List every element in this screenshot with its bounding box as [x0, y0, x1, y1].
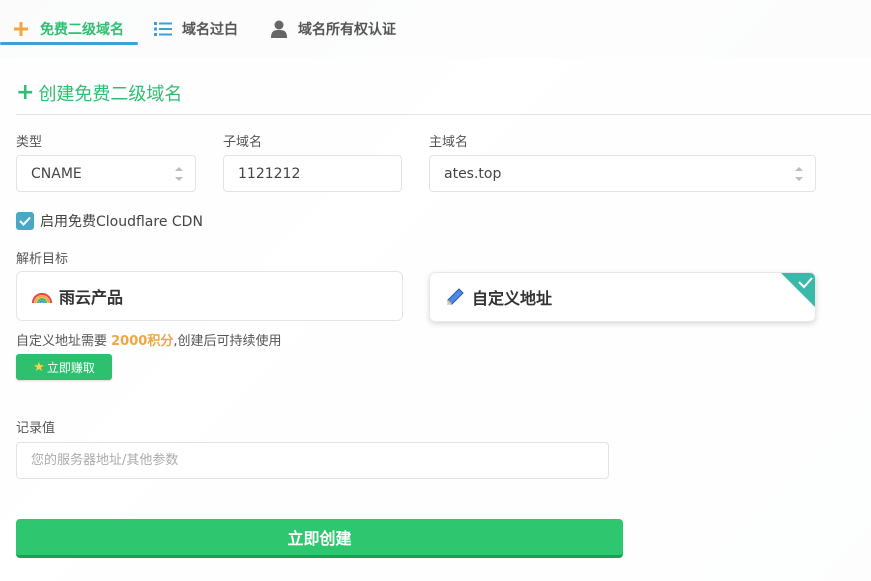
record-label: 记录值 [16, 421, 56, 436]
tab-free-subdomain[interactable]: 免费二级域名 [12, 14, 124, 44]
earn-button-label: 立即赚取 [46, 360, 95, 375]
type-label: 类型 [16, 135, 43, 150]
create-button-label: 立即创建 [287, 529, 352, 548]
earn-points-button[interactable]: ★ 立即赚取 [16, 354, 112, 380]
option-label: 自定义地址 [472, 289, 553, 308]
card-title-text: 创建免费二级域名 [38, 84, 183, 105]
list-icon [154, 20, 172, 38]
active-tab-indicator [0, 42, 138, 45]
create-button[interactable]: 立即创建 [16, 519, 623, 558]
type-select[interactable]: CNAME [16, 155, 196, 192]
cdn-checkbox[interactable] [16, 212, 34, 230]
subdomain-input-value: 1121212 [238, 165, 301, 182]
type-select-value: CNAME [31, 165, 82, 182]
tab-label: 域名过白 [182, 22, 238, 38]
plus-icon: + [16, 80, 35, 105]
domain-select-value: ates.top [444, 165, 502, 182]
tab-label: 域名所有权认证 [298, 22, 396, 38]
cdn-checkbox-label: 启用免费Cloudflare CDN [40, 214, 203, 230]
select-arrows-icon [794, 167, 803, 181]
star-icon: ★ [33, 359, 45, 375]
domain-select[interactable]: ates.top [429, 155, 816, 192]
tab-domain-ownership[interactable]: 域名所有权认证 [270, 14, 396, 44]
note-suffix: ,创建后可持续使用 [173, 334, 282, 349]
card-title: + 创建免费二级域名 [16, 80, 182, 106]
target-label: 解析目标 [16, 252, 69, 267]
select-arrows-icon [174, 167, 183, 181]
record-value-input[interactable] [16, 442, 609, 479]
option-rainyun-product[interactable]: 雨云产品 [16, 271, 403, 321]
check-icon [19, 216, 31, 226]
pen-icon [444, 286, 466, 308]
points-amount: 2000积分 [111, 334, 174, 349]
tab-bar: 免费二级域名 域名过白 域名所有权认证 [0, 0, 871, 58]
user-icon [270, 20, 288, 38]
tab-domain-whitelist[interactable]: 域名过白 [154, 14, 238, 44]
cdn-checkbox-row[interactable]: 启用免费Cloudflare CDN [16, 211, 203, 231]
option-label: 雨云产品 [59, 288, 124, 307]
rainbow-icon [31, 285, 53, 307]
subdomain-label: 子域名 [223, 135, 263, 150]
domain-label: 主域名 [429, 135, 469, 150]
create-subdomain-card: + 创建免费二级域名 类型 子域名 主域名 CNAME 1121212 ates… [0, 58, 871, 581]
points-note: 自定义地址需要 2000积分,创建后可持续使用 [16, 330, 281, 349]
check-icon [798, 277, 813, 289]
subdomain-input[interactable]: 1121212 [223, 155, 402, 192]
tab-label: 免费二级域名 [40, 22, 124, 38]
option-custom-address[interactable]: 自定义地址 [429, 272, 816, 322]
divider [16, 114, 871, 115]
plus-icon [12, 20, 30, 38]
note-prefix: 自定义地址需要 [16, 334, 112, 349]
